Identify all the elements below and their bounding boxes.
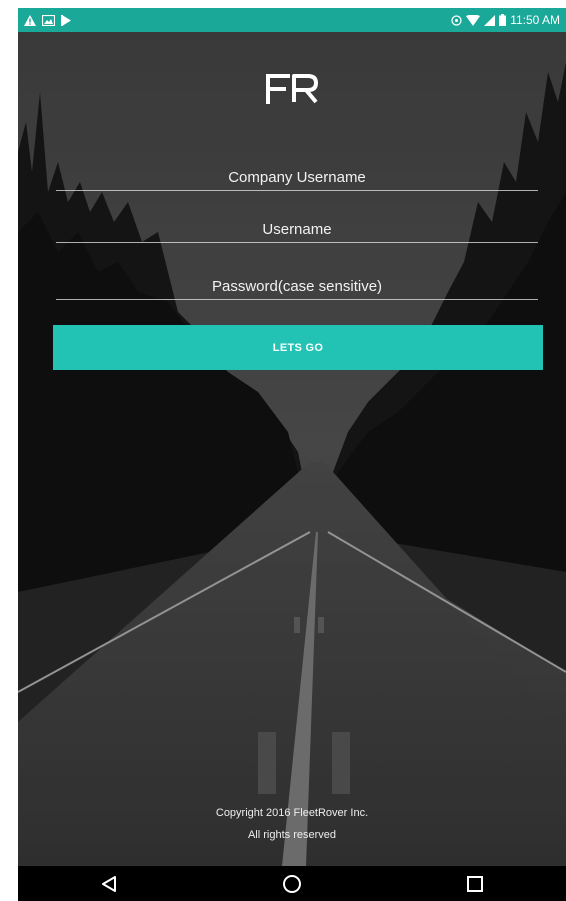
rights-reserved-line: All rights reserved	[247, 829, 337, 841]
home-icon	[282, 874, 301, 893]
warning-icon	[24, 14, 36, 26]
username-field	[56, 208, 538, 243]
status-bar: 11:50 AM	[18, 8, 566, 32]
home-button[interactable]	[268, 868, 316, 900]
status-time: 11:50 AM	[510, 13, 560, 27]
recents-button[interactable]	[451, 868, 499, 900]
image-icon	[42, 14, 55, 26]
login-screen: LETS GO Copyright 2016 FleetRover Inc. A…	[18, 32, 566, 866]
recents-icon	[466, 875, 483, 892]
copyright-footer: Copyright 2016 FleetRover Inc. All right…	[18, 802, 566, 846]
lets-go-button[interactable]: LETS GO	[53, 325, 543, 370]
signal-icon	[484, 14, 496, 26]
back-icon	[102, 875, 117, 892]
app-logo	[18, 70, 566, 104]
status-right-icons: 11:50 AM	[451, 13, 560, 27]
copyright-line: Copyright 2016 FleetRover Inc.	[215, 807, 369, 819]
device-frame: 11:50 AM Company Username Username LETS …	[18, 0, 566, 901]
system-nav-bar	[18, 866, 566, 901]
company-username-field	[56, 156, 538, 191]
company-username-input[interactable]	[56, 169, 538, 190]
password-field	[56, 265, 538, 300]
fleetrover-logo-icon	[266, 74, 318, 104]
alarm-icon	[451, 14, 462, 26]
password-input[interactable]	[56, 278, 538, 299]
back-button[interactable]	[85, 868, 133, 900]
status-left-icons	[24, 14, 72, 26]
wifi-icon	[466, 14, 481, 26]
battery-icon	[499, 14, 507, 26]
username-input[interactable]	[56, 221, 538, 242]
play-store-icon	[61, 14, 72, 26]
